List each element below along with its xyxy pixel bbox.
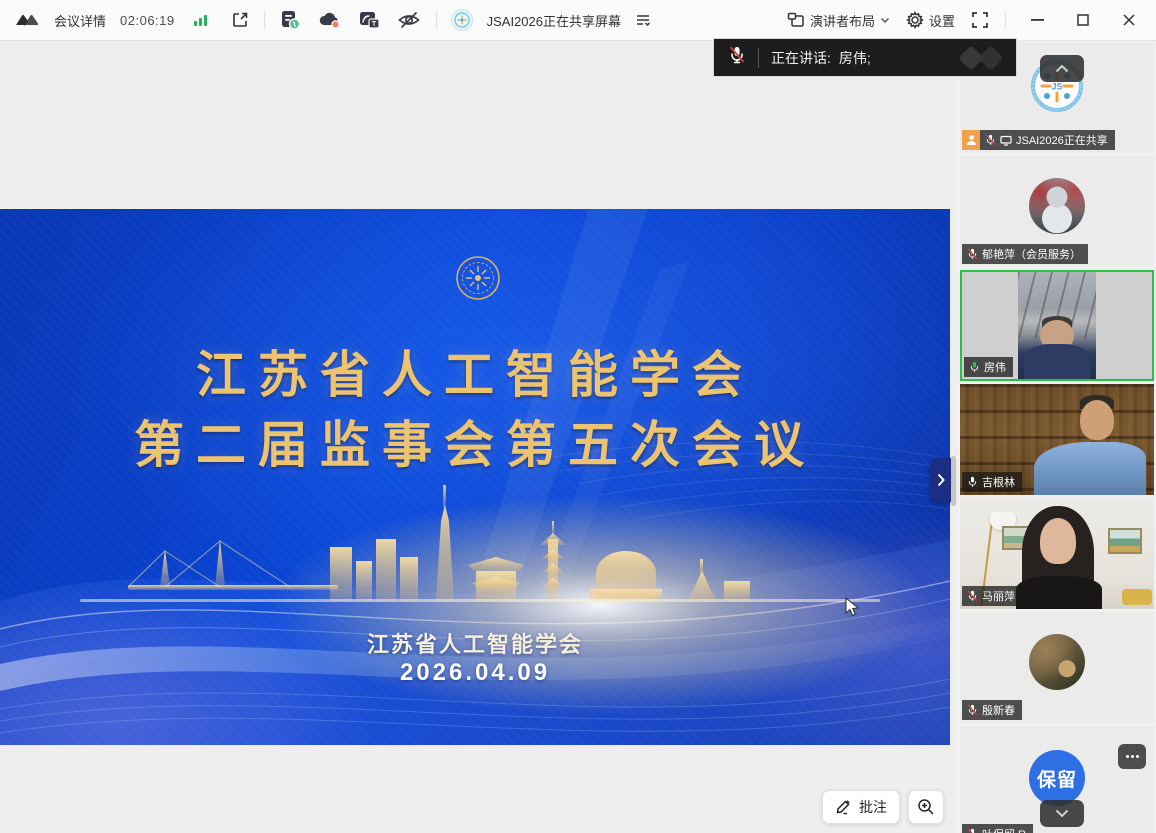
popout-share-icon[interactable] (231, 11, 250, 29)
toast-divider (758, 48, 759, 68)
mic-muted-icon (967, 248, 978, 260)
host-badge-icon (962, 130, 980, 150)
participant-name: 马丽萍 (982, 588, 1015, 604)
speaker-names: 房伟; (839, 48, 871, 68)
participant-avatar-initials: 保留 (1029, 750, 1085, 806)
svg-text:T: T (371, 21, 376, 28)
participant-name: 吉根林 (982, 474, 1015, 490)
participant-name: 殷新春 (982, 702, 1015, 718)
top-toolbar: 会议详情 02:06:19 T (0, 0, 1156, 41)
close-button[interactable] (1114, 6, 1144, 34)
participant-tile[interactable]: 殷新春 (960, 612, 1154, 723)
mic-on-icon (967, 476, 978, 488)
cloud-status-icon[interactable] (317, 9, 343, 31)
participant-tile[interactable]: 马丽萍 (960, 498, 1154, 609)
meeting-timer: 02:06:19 (120, 13, 175, 28)
mouse-cursor (845, 597, 860, 623)
participant-name: 郁艳萍（会员服务） (982, 246, 1081, 262)
cast-translate-icon[interactable]: T (357, 9, 382, 31)
sharer-status-label: JSAI2026正在共享屏幕 (487, 11, 621, 30)
meeting-window: 会议详情 02:06:19 T (0, 0, 1156, 833)
sidebar-expand-tab[interactable] (930, 458, 952, 502)
participant-tile[interactable]: 吉根林 (960, 384, 1154, 495)
watermark-logo-icon (954, 43, 1010, 77)
participant-tile[interactable]: 郁艳萍（会员服务） (960, 156, 1154, 267)
mic-muted-icon (728, 45, 746, 70)
participant-name: 叶保留 R (982, 826, 1026, 833)
toolbar-divider (1005, 11, 1006, 29)
chevron-down-icon (1055, 809, 1069, 818)
main-scrollbar-thumb[interactable] (951, 456, 956, 506)
svg-text:JS: JS (1051, 82, 1062, 92)
scroll-down-button[interactable] (1040, 800, 1084, 827)
slide-title-line1: 江苏省人工智能学会 (0, 335, 950, 407)
meeting-details-button[interactable]: 会议详情 (54, 11, 106, 30)
slide-footer-date: 2026.04.09 (0, 659, 950, 687)
participant-tile[interactable]: 保留 叶保留 R (960, 726, 1154, 833)
slide-emblem-icon (455, 255, 501, 301)
gear-icon (906, 11, 924, 29)
sharer-avatar (451, 9, 473, 31)
maximize-button[interactable] (1068, 6, 1098, 34)
participants-sidebar: JS JSAI2026正在共享 (958, 41, 1156, 833)
participant-namebar: JSAI2026正在共享 (962, 130, 1115, 150)
participant-name: 房伟 (984, 359, 1006, 375)
speaking-label: 正在讲话: (771, 48, 831, 68)
toolbar-divider (264, 11, 265, 29)
chevron-up-icon (1055, 64, 1069, 73)
participant-name: JSAI2026正在共享 (1016, 132, 1108, 148)
participant-tile-active-speaker[interactable]: 房伟 (960, 270, 1154, 381)
toolbar-divider (436, 11, 437, 29)
app-logo-icon (14, 10, 40, 30)
participant-avatar (1029, 178, 1085, 234)
participant-video (1018, 272, 1096, 379)
fullscreen-button[interactable] (971, 11, 989, 29)
collapse-sidebar-button[interactable] (1040, 55, 1084, 82)
chevron-down-icon (880, 17, 890, 24)
annotate-label: 批注 (859, 797, 887, 817)
chevron-right-icon (937, 473, 945, 487)
mic-muted-icon (967, 704, 978, 716)
network-signal-icon (193, 13, 209, 27)
mic-muted-icon (967, 590, 978, 602)
speaking-toast: 正在讲话: 房伟; (713, 38, 1017, 77)
mic-muted-icon (967, 828, 978, 833)
magnifier-plus-icon (917, 798, 935, 816)
slide-title-line2: 第二届监事会第五次会议 (0, 405, 950, 477)
privacy-eye-off-icon[interactable] (396, 9, 422, 31)
settings-label: 设置 (929, 11, 955, 30)
layout-selector[interactable]: 演讲者布局 (787, 11, 890, 30)
slide-footer-org: 江苏省人工智能学会 (0, 627, 950, 659)
shared-screen-area: 江苏省人工智能学会 第二届监事会第五次会议 江苏省人工智能学会 2026.04.… (0, 41, 958, 833)
more-options-button[interactable] (1118, 744, 1146, 769)
presentation-slide: 江苏省人工智能学会 第二届监事会第五次会议 江苏省人工智能学会 2026.04.… (0, 209, 950, 745)
share-list-dropdown-icon[interactable] (635, 13, 651, 27)
pencil-icon (835, 799, 853, 815)
settings-button[interactable]: 设置 (906, 11, 955, 30)
screen-share-icon (1000, 135, 1012, 146)
mic-muted-icon (985, 134, 996, 146)
layout-label: 演讲者布局 (810, 11, 875, 30)
mic-speaking-icon (969, 361, 980, 373)
zoom-in-button[interactable] (908, 790, 944, 824)
annotate-button[interactable]: 批注 (822, 790, 900, 824)
recording-status-icon[interactable] (279, 9, 303, 31)
participant-avatar (1029, 634, 1085, 690)
layout-icon (787, 12, 805, 28)
minimize-button[interactable] (1022, 6, 1052, 34)
